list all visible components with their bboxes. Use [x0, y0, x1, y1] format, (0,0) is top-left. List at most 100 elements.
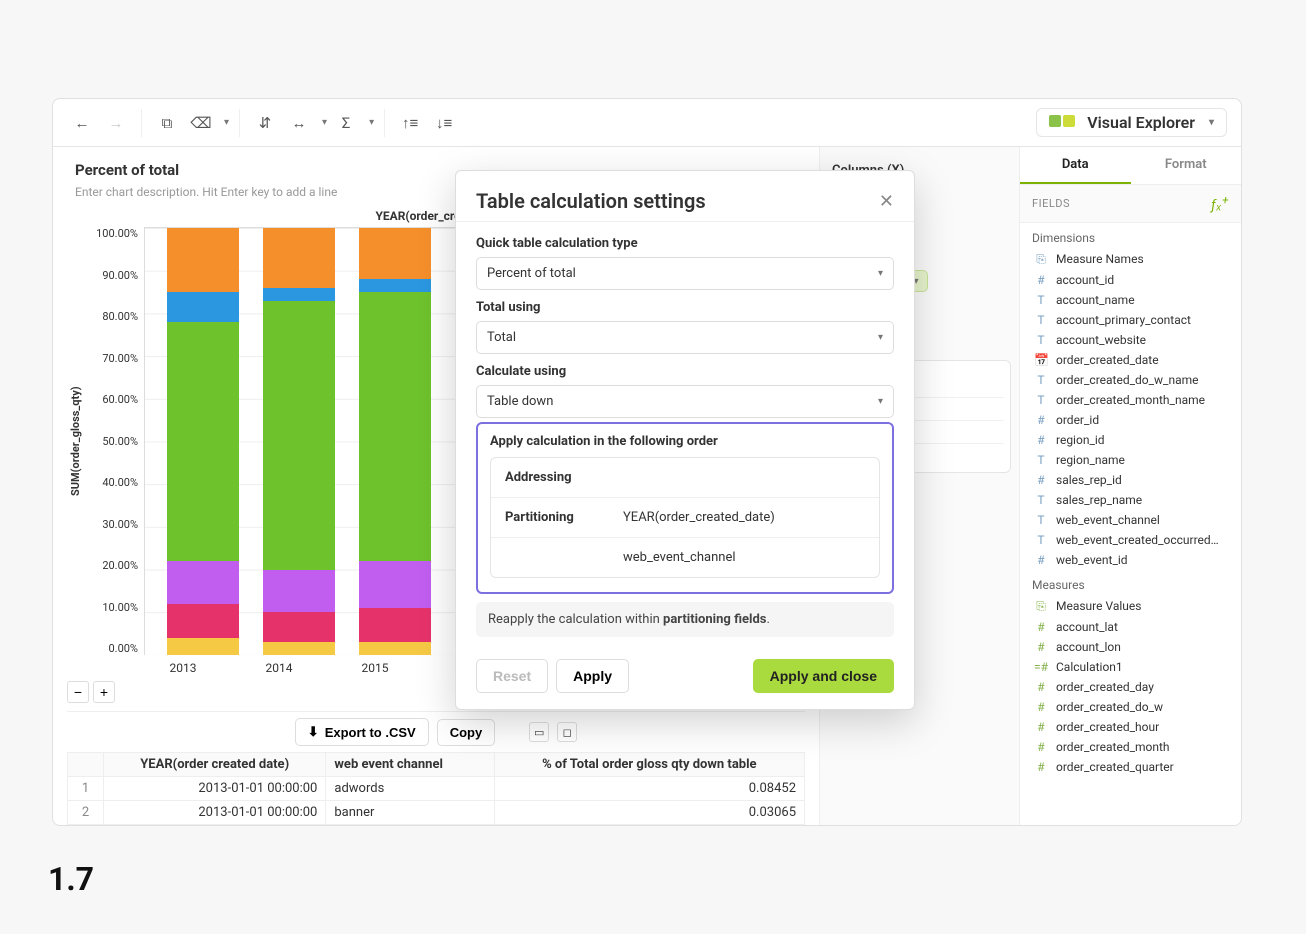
y-tick: 80.00%: [102, 310, 138, 323]
measure-field[interactable]: #order_created_quarter: [1020, 757, 1241, 777]
bar-segment[interactable]: [263, 301, 335, 570]
duplicate-icon[interactable]: ⧉: [152, 108, 182, 138]
bar-segment[interactable]: [359, 292, 431, 561]
data-table: YEAR(order created date) web event chann…: [67, 752, 805, 825]
dimension-field[interactable]: Taccount_name: [1020, 290, 1241, 310]
field-type-icon: T: [1034, 493, 1048, 507]
bar-segment[interactable]: [359, 642, 431, 655]
bar[interactable]: [359, 228, 431, 655]
dimension-field[interactable]: Taccount_website: [1020, 330, 1241, 350]
measure-field[interactable]: #order_created_do_w: [1020, 697, 1241, 717]
table-header[interactable]: web event channel: [326, 753, 494, 777]
dimension-field[interactable]: 📅order_created_date: [1020, 350, 1241, 370]
swap-icon[interactable]: ⇵: [250, 108, 280, 138]
measure-field[interactable]: #account_lon: [1020, 637, 1241, 657]
bar-segment[interactable]: [359, 608, 431, 642]
partitioning-field[interactable]: YEAR(order_created_date): [623, 510, 775, 525]
calculation-note: Reapply the calculation within partition…: [476, 602, 894, 637]
measure-field[interactable]: =#Calculation1: [1020, 657, 1241, 677]
export-csv-button[interactable]: ⬇ Export to .CSV: [295, 718, 429, 746]
measure-field[interactable]: #account_lat: [1020, 617, 1241, 637]
dimension-field[interactable]: Tregion_name: [1020, 450, 1241, 470]
bar-segment[interactable]: [263, 642, 335, 655]
apply-close-button[interactable]: Apply and close: [753, 659, 894, 693]
dimension-field[interactable]: #account_id: [1020, 270, 1241, 290]
bar-segment[interactable]: [263, 228, 335, 288]
dimension-field[interactable]: Tsales_rep_name: [1020, 490, 1241, 510]
y-axis-label: SUM(order_gloss_qty): [67, 227, 84, 655]
zoom-out-button[interactable]: −: [67, 681, 89, 703]
measure-field[interactable]: #order_created_month: [1020, 737, 1241, 757]
y-tick: 40.00%: [102, 476, 138, 489]
bar-segment[interactable]: [359, 228, 431, 279]
field-type-icon: #: [1034, 760, 1048, 774]
table-header[interactable]: % of Total order gloss qty down table: [494, 753, 804, 777]
brand-selector[interactable]: Visual Explorer ▾: [1036, 108, 1227, 137]
bar-segment[interactable]: [167, 638, 239, 655]
table-view-icon[interactable]: ▭: [529, 722, 549, 742]
total-using-label: Total using: [476, 300, 894, 315]
bar-segment[interactable]: [263, 612, 335, 642]
dimension-field[interactable]: #web_event_id: [1020, 550, 1241, 570]
tab-format[interactable]: Format: [1131, 147, 1242, 184]
download-icon: ⬇: [308, 724, 319, 740]
addressing-label: Addressing: [505, 470, 595, 485]
measure-field[interactable]: #order_created_hour: [1020, 717, 1241, 737]
field-type-icon: T: [1034, 513, 1048, 527]
dimension-field[interactable]: #sales_rep_id: [1020, 470, 1241, 490]
partitioning-field[interactable]: web_event_channel: [623, 550, 736, 565]
chevron-down-icon: ▾: [878, 396, 883, 407]
bar[interactable]: [263, 228, 335, 655]
data-table-area: ⬇ Export to .CSV Copy ▭ ◻ YEAR(order cre…: [67, 711, 805, 825]
sigma-icon[interactable]: Σ: [331, 108, 361, 138]
bar-segment[interactable]: [167, 322, 239, 561]
reset-button[interactable]: Reset: [476, 659, 548, 693]
dimension-field[interactable]: Taccount_primary_contact: [1020, 310, 1241, 330]
close-icon[interactable]: ✕: [879, 191, 894, 212]
bar-segment[interactable]: [167, 561, 239, 604]
apply-button[interactable]: Apply: [556, 659, 629, 693]
apply-order-label: Apply calculation in the following order: [490, 434, 880, 449]
table-row[interactable]: 22013-01-01 00:00:00banner0.03065: [68, 801, 805, 825]
field-type-icon: T: [1034, 393, 1048, 407]
dimension-field[interactable]: Tweb_event_channel: [1020, 510, 1241, 530]
bar-segment[interactable]: [167, 604, 239, 638]
sort-desc-icon[interactable]: ↓≡: [429, 108, 459, 138]
bar-segment[interactable]: [167, 292, 239, 322]
add-calculation-icon[interactable]: ƒₓ+: [1211, 193, 1229, 214]
bar-segment[interactable]: [359, 561, 431, 608]
calc-type-select[interactable]: Percent of total ▾: [476, 257, 894, 290]
bar-segment[interactable]: [359, 279, 431, 292]
dimension-field[interactable]: #region_id: [1020, 430, 1241, 450]
total-using-select[interactable]: Total ▾: [476, 321, 894, 354]
bar-segment[interactable]: [263, 288, 335, 301]
fit-width-icon[interactable]: ↔: [284, 108, 314, 138]
field-type-icon: 📅: [1034, 353, 1048, 367]
field-type-icon: #: [1034, 740, 1048, 754]
calc-using-select[interactable]: Table down ▾: [476, 385, 894, 418]
measure-field[interactable]: ⎘Measure Values: [1020, 596, 1241, 617]
clear-icon[interactable]: ⌫: [186, 108, 216, 138]
measure-field[interactable]: #order_created_day: [1020, 677, 1241, 697]
back-icon[interactable]: ←: [67, 108, 97, 138]
expand-view-icon[interactable]: ◻: [557, 722, 577, 742]
sort-asc-icon[interactable]: ↑≡: [395, 108, 425, 138]
copy-button[interactable]: Copy: [437, 719, 496, 746]
bar-segment[interactable]: [167, 228, 239, 292]
dimension-field[interactable]: ⎘Measure Names: [1020, 249, 1241, 270]
dimension-field[interactable]: Torder_created_do_w_name: [1020, 370, 1241, 390]
forward-icon[interactable]: →: [101, 108, 131, 138]
x-tick: 2015: [339, 661, 411, 675]
dimension-field[interactable]: Tweb_event_created_occurred…: [1020, 530, 1241, 550]
table-row[interactable]: 12013-01-01 00:00:00adwords0.08452: [68, 777, 805, 801]
bar[interactable]: [167, 228, 239, 655]
bar-segment[interactable]: [263, 570, 335, 613]
table-header[interactable]: YEAR(order created date): [104, 753, 326, 777]
dimension-field[interactable]: Torder_created_month_name: [1020, 390, 1241, 410]
field-type-icon: #: [1034, 433, 1048, 447]
zoom-in-button[interactable]: +: [93, 681, 115, 703]
y-tick: 90.00%: [102, 269, 138, 282]
tab-data[interactable]: Data: [1020, 147, 1131, 184]
dimension-field[interactable]: #order_id: [1020, 410, 1241, 430]
y-tick: 60.00%: [102, 393, 138, 406]
